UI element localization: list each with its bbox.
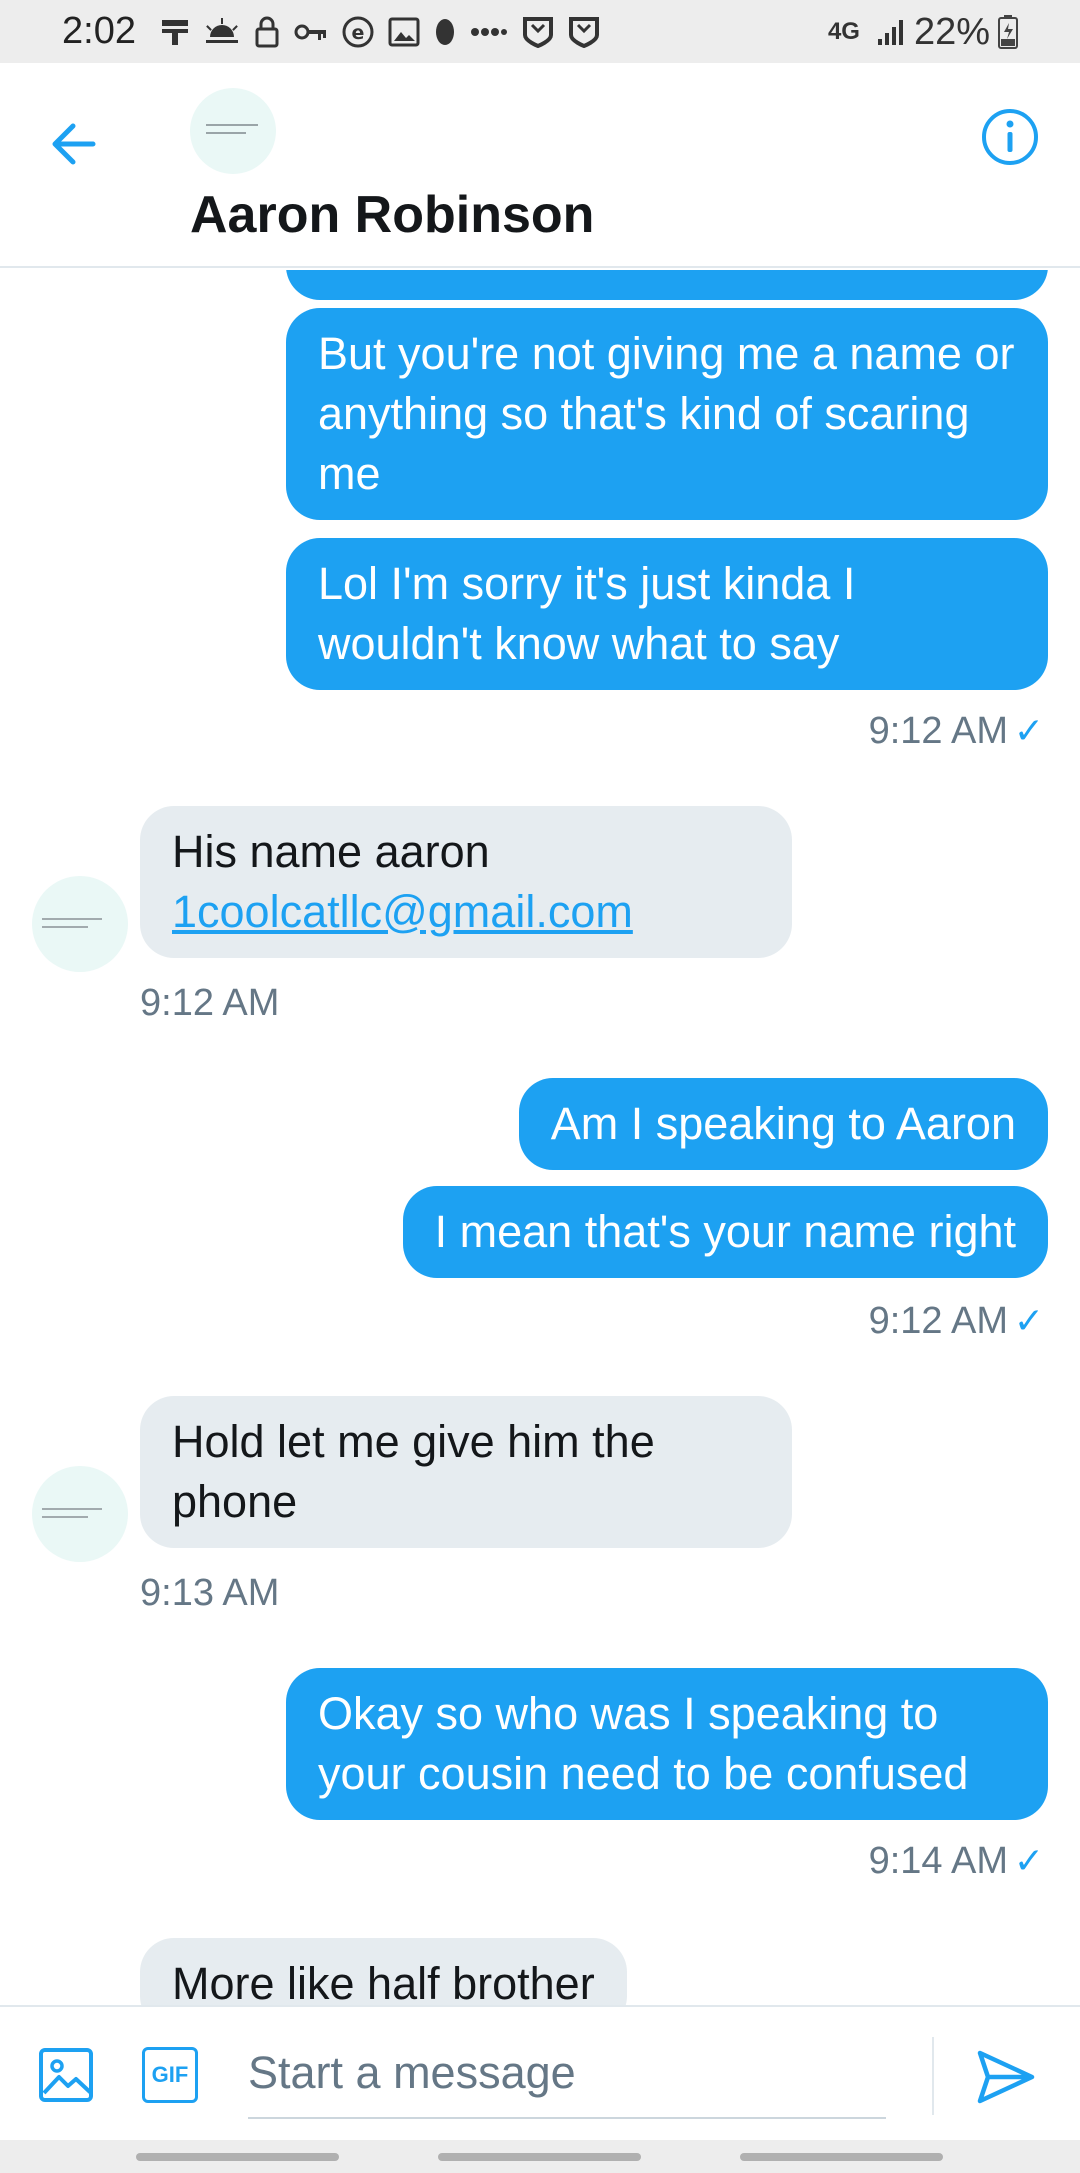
message-bubble-outgoing[interactable]: Am I speaking to Aaron [518,1078,1048,1170]
status-icons: e [160,14,600,50]
status-right: 4G 22% [828,8,1018,56]
send-button[interactable] [974,2045,1038,2109]
gif-button[interactable]: GIF [142,2047,198,2103]
message-timestamp: 9:12 AM [868,710,1008,752]
composer-divider [932,2037,934,2115]
network-label: 4G [827,18,860,45]
shield-icon [523,17,553,48]
message-composer: GIF [0,2005,1080,2140]
message-bubble-incoming[interactable]: His name aaron 1coolcatllc@gmail.com [140,806,792,958]
message-bubble-incoming[interactable]: Hold let me give him the phone [140,1396,792,1548]
key-icon [294,24,326,40]
message-bubble-outgoing[interactable]: Lol I'm sorry it's just kinda I wouldn't… [286,538,1048,690]
message-bubble-outgoing[interactable]: Okay so who was I speaking to your cousi… [286,1668,1048,1820]
message-bubble-incoming[interactable]: More like half brother [140,1938,627,2005]
message-list[interactable]: But you're not giving me a name or anyth… [0,270,1080,2005]
back-button[interactable] [40,111,106,177]
tool-icon [162,20,188,45]
battery-percent: 22% [913,10,990,53]
image-icon [39,2048,93,2102]
read-receipt-icon: ✓ [1013,1300,1044,1341]
nav-recent-button[interactable] [136,2153,339,2161]
message-input[interactable] [248,2029,886,2119]
lock-icon [255,16,279,48]
e-icon: e [342,16,374,48]
message-timestamp: 9:12 AM [140,982,280,1024]
contact-avatar[interactable] [190,88,276,174]
message-timestamp: 9:13 AM [140,1572,280,1614]
contact-name[interactable]: Aaron Robinson [190,185,594,245]
read-receipt-icon: ✓ [1013,1840,1044,1881]
battery-icon [998,15,1018,49]
message-text: His name aaron [172,826,490,877]
navigation-bar [0,2140,1080,2173]
status-time: 2:02 [62,10,136,52]
dot-icon [436,19,454,45]
message-bubble-outgoing[interactable]: But you're not giving me a name or anyth… [286,308,1048,520]
image-icon [388,17,420,47]
message-timestamp: 9:12 AM [868,1300,1008,1342]
weather-icon [206,18,238,43]
contact-avatar[interactable] [32,876,128,972]
conversation-header: Aaron Robinson [0,63,1080,268]
more-icon [471,28,507,36]
send-icon [977,2050,1035,2104]
contact-avatar[interactable] [32,1466,128,1562]
message-timestamp: 9:14 AM [868,1840,1008,1882]
arrow-left-icon [52,123,96,165]
signal-icon [877,20,903,45]
nav-home-button[interactable] [438,2153,641,2161]
info-button[interactable] [980,107,1046,173]
read-receipt-icon: ✓ [1013,710,1044,751]
info-icon [982,109,1038,165]
message-bubble-outgoing[interactable]: I mean that's your name right [402,1186,1048,1278]
message-bubble-outgoing[interactable] [286,270,1048,300]
shield-icon [569,17,599,48]
email-link[interactable]: 1coolcatllc@gmail.com [172,882,760,942]
svg-text:e: e [352,22,365,44]
nav-back-button[interactable] [740,2153,943,2161]
status-bar: 2:02 e 4G 22% [0,0,1080,63]
add-media-button[interactable] [38,2047,94,2103]
